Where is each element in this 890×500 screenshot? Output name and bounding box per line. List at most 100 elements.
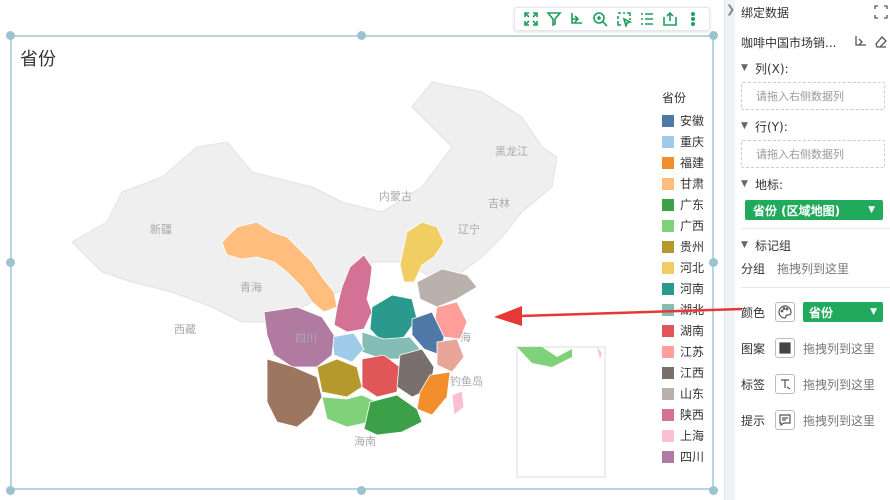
province-chongqing[interactable] (331, 332, 365, 363)
legend-swatch (662, 261, 674, 274)
panel-collapse-bar[interactable]: ❯ (725, 0, 735, 500)
label-label: 标签 (741, 377, 766, 392)
list-icon[interactable] (638, 10, 656, 28)
app-window: 省份 黑龙江 内蒙古 吉林 新疆 辽宁 青海 西藏 海南 钓鱼岛 四川 海 省份… (0, 0, 890, 500)
province-shandong[interactable] (416, 268, 478, 308)
caret-down-icon: ▼ (741, 121, 748, 131)
more-icon[interactable] (684, 10, 702, 28)
color-field-pill[interactable]: 省份 ▼ (803, 302, 883, 322)
legend-swatch (662, 450, 674, 463)
resize-handle-bc[interactable] (357, 486, 366, 495)
legend-label: 上海 (680, 429, 705, 443)
geo-section[interactable]: ▼ 地标: (741, 174, 889, 194)
province-henan[interactable] (369, 294, 418, 343)
geo-field-pill[interactable]: 省份 (区域地图) ▼ (745, 200, 883, 220)
province-shanghai[interactable] (451, 390, 465, 416)
legend-swatch (662, 345, 674, 358)
legend-swatch (662, 408, 674, 421)
legend-item[interactable]: 广东 (662, 194, 718, 215)
legend-label: 甘肃 (680, 177, 705, 191)
legend-label: 四川 (680, 450, 705, 464)
group-label: 分组 (741, 261, 766, 276)
legend-label: 安徽 (680, 114, 705, 128)
legend-item[interactable]: 江苏 (662, 341, 718, 362)
dataset-row: 咖啡中国市场销... (741, 28, 889, 56)
province-hunan[interactable] (361, 354, 401, 398)
select-icon[interactable] (615, 10, 633, 28)
column-drop-zone[interactable]: 请拖入右侧数据列 (741, 82, 885, 110)
legend-swatch (662, 177, 674, 190)
row-drop-zone[interactable]: 请拖入右侧数据列 (741, 140, 885, 168)
filter-icon[interactable] (545, 10, 563, 28)
color-field-name: 省份 (809, 305, 834, 320)
pattern-drop-zone[interactable]: 拖拽列到这里 (803, 340, 875, 357)
south-sea-inset (516, 346, 606, 478)
legend-item[interactable]: 湖南 (662, 320, 718, 341)
chevron-right-icon[interactable]: ❯ (726, 3, 735, 16)
legend-item[interactable]: 河南 (662, 278, 718, 299)
group-drop-zone[interactable]: 拖拽列到这里 (777, 260, 849, 277)
legend-item[interactable]: 上海 (662, 425, 718, 446)
resize-handle-br[interactable] (709, 486, 718, 495)
label-qinghai: 青海 (240, 280, 262, 294)
resize-handle-tr[interactable] (709, 31, 718, 40)
legend-item[interactable]: 湖北 (662, 299, 718, 320)
legend-item[interactable]: 重庆 (662, 131, 718, 152)
legend-item[interactable]: 甘肃 (662, 173, 718, 194)
zoom-in-icon[interactable] (591, 10, 609, 28)
dataset-name[interactable]: 咖啡中国市场销... (741, 34, 836, 51)
resize-handle-tc[interactable] (357, 31, 366, 40)
label-shanghai-partial: 海 (460, 330, 471, 344)
text-label-icon[interactable] (775, 374, 795, 394)
row-label: 行(Y): (755, 119, 788, 134)
fullscreen-icon[interactable] (522, 10, 540, 28)
legend-label: 福建 (680, 156, 705, 170)
resize-handle-mr[interactable] (709, 258, 718, 267)
pattern-row: 图案 拖拽列到这里 (741, 330, 889, 366)
province-guizhou[interactable] (316, 358, 363, 398)
caret-down-icon[interactable]: ▼ (870, 307, 877, 317)
legend-item[interactable]: 福建 (662, 152, 718, 173)
palette-icon[interactable] (775, 302, 795, 322)
legend-item[interactable]: 山东 (662, 383, 718, 404)
legend-label: 贵州 (680, 240, 705, 254)
marks-label: 标记组 (755, 238, 792, 253)
expand-icon[interactable] (873, 4, 889, 20)
marks-section[interactable]: ▼ 标记组 (741, 235, 889, 255)
legend-swatch (662, 219, 674, 232)
column-section[interactable]: ▼ 列(X): (741, 58, 889, 78)
legend-label: 广东 (680, 198, 705, 212)
province-yunnan[interactable] (266, 358, 323, 428)
resize-handle-bl[interactable] (6, 486, 15, 495)
resize-handle-tl[interactable] (6, 31, 15, 40)
legend-item[interactable]: 四川 (662, 446, 718, 467)
swap-icon[interactable] (853, 34, 869, 50)
caret-down-icon[interactable]: ▼ (868, 205, 875, 215)
resize-handle-ml[interactable] (6, 258, 15, 267)
province-guangdong[interactable] (363, 394, 423, 436)
tooltip-row: 提示 拖拽列到这里 (741, 402, 889, 438)
eraser-icon[interactable] (873, 34, 889, 50)
legend-item[interactable]: 安徽 (662, 110, 718, 131)
legend-items: 安徽 重庆 福建 甘肃 广东 广西 贵州 河北 河南 湖北 湖南 江苏 江西 山东 陕西 上海 四川 (662, 110, 718, 467)
legend-item[interactable]: 贵州 (662, 236, 718, 257)
pattern-icon[interactable] (775, 338, 795, 358)
tooltip-icon[interactable] (775, 410, 795, 430)
legend-label: 河南 (680, 282, 705, 296)
tooltip-drop-zone[interactable]: 拖拽列到这里 (803, 412, 875, 429)
legend-item[interactable]: 陕西 (662, 404, 718, 425)
legend-label: 广西 (680, 219, 705, 233)
export-icon[interactable] (661, 10, 679, 28)
map-chart[interactable]: 省份 黑龙江 内蒙古 吉林 新疆 辽宁 青海 西藏 海南 钓鱼岛 四川 海 省份… (10, 35, 714, 490)
legend-item[interactable]: 广西 (662, 215, 718, 236)
legend: 省份 安徽 重庆 福建 甘肃 广东 广西 贵州 河北 河南 湖北 湖南 江苏 江西 山东 陕西 上海 四川 (662, 89, 718, 467)
drill-icon[interactable] (568, 10, 586, 28)
chart-toolbar (514, 7, 710, 31)
label-drop-zone[interactable]: 拖拽列到这里 (803, 376, 875, 393)
legend-swatch (662, 114, 674, 127)
label-jilin: 吉林 (488, 196, 510, 210)
legend-swatch (662, 135, 674, 148)
canvas: 省份 黑龙江 内蒙古 吉林 新疆 辽宁 青海 西藏 海南 钓鱼岛 四川 海 省份… (0, 0, 724, 500)
row-section[interactable]: ▼ 行(Y): (741, 116, 889, 136)
legend-item[interactable]: 江西 (662, 362, 718, 383)
